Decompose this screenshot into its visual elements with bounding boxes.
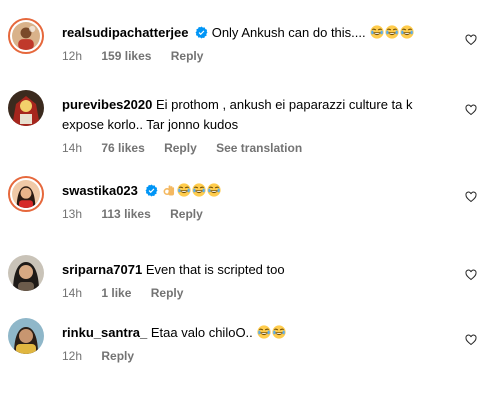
avatar-image bbox=[8, 90, 44, 126]
comment-time[interactable]: 13h bbox=[62, 207, 82, 221]
comment-time[interactable]: 12h bbox=[62, 49, 82, 63]
avatar[interactable] bbox=[8, 90, 44, 126]
reply-button[interactable]: Reply bbox=[170, 207, 203, 221]
like-heart-icon[interactable] bbox=[465, 269, 477, 281]
comment-body: rinku_santra_ Etaa valo chiloO.. 12h Rep… bbox=[62, 324, 442, 363]
comment-body: purevibes2020 Ei prothom , ankush ei pap… bbox=[62, 96, 442, 155]
laughing-face-icon bbox=[272, 325, 286, 339]
comment-meta: 14h 1 like Reply bbox=[62, 286, 442, 300]
comment-username[interactable]: sriparna7071 bbox=[62, 262, 142, 277]
comment-meta: 14h 76 likes Reply See translation bbox=[62, 141, 442, 155]
reply-button[interactable]: Reply bbox=[171, 49, 204, 63]
verified-badge-icon bbox=[195, 26, 208, 39]
comment-text: Only Ankush can do this.... bbox=[211, 25, 366, 40]
comment-username[interactable]: purevibes2020 bbox=[62, 97, 152, 112]
likes-count[interactable]: 159 likes bbox=[101, 49, 151, 63]
comment-body: realsudipachatterjee Only Ankush can do … bbox=[62, 24, 442, 63]
comment-meta: 13h 113 likes Reply bbox=[62, 207, 442, 221]
comment-text: Etaa valo chiloO.. bbox=[150, 325, 253, 340]
avatar[interactable] bbox=[8, 18, 44, 54]
comment-text-line-1: Ei prothom , ankush ei paparazzi culture… bbox=[155, 97, 413, 112]
comment-time[interactable]: 12h bbox=[62, 349, 82, 363]
comment-username[interactable]: rinku_santra_ bbox=[62, 325, 147, 340]
avatar-image bbox=[8, 318, 44, 354]
verified-badge-icon bbox=[145, 184, 158, 197]
see-translation-button[interactable]: See translation bbox=[216, 141, 302, 155]
avatar-image bbox=[12, 22, 40, 50]
reply-button[interactable]: Reply bbox=[164, 141, 197, 155]
comment-time[interactable]: 14h bbox=[62, 141, 82, 155]
comment-body: sriparna7071 Even that is scripted too 1… bbox=[62, 261, 442, 300]
likes-count[interactable]: 1 like bbox=[101, 286, 131, 300]
like-heart-icon[interactable] bbox=[465, 191, 477, 203]
comment-text: Even that is scripted too bbox=[145, 262, 285, 277]
avatar-image bbox=[8, 255, 44, 291]
avatar[interactable] bbox=[8, 176, 44, 212]
like-heart-icon[interactable] bbox=[465, 104, 477, 116]
laughing-face-icon bbox=[370, 25, 384, 39]
comment-username[interactable]: realsudipachatterjee bbox=[62, 25, 188, 40]
ok-hand-icon bbox=[162, 183, 176, 197]
reply-button[interactable]: Reply bbox=[101, 349, 134, 363]
laughing-face-icon bbox=[177, 183, 191, 197]
reply-button[interactable]: Reply bbox=[151, 286, 184, 300]
avatar-image bbox=[12, 180, 40, 208]
laughing-face-icon bbox=[400, 25, 414, 39]
laughing-face-icon bbox=[192, 183, 206, 197]
likes-count[interactable]: 113 likes bbox=[101, 207, 150, 221]
comment-username[interactable]: swastika023 bbox=[62, 183, 138, 198]
comment-time[interactable]: 14h bbox=[62, 286, 82, 300]
comment-body: swastika023 13h 113 likes Reply bbox=[62, 182, 442, 221]
laughing-face-icon bbox=[385, 25, 399, 39]
like-heart-icon[interactable] bbox=[465, 34, 477, 46]
laughing-face-icon bbox=[257, 325, 271, 339]
comment-meta: 12h Reply bbox=[62, 349, 442, 363]
avatar[interactable] bbox=[8, 255, 44, 291]
avatar[interactable] bbox=[8, 318, 44, 354]
likes-count[interactable]: 76 likes bbox=[101, 141, 144, 155]
comment-text-line-2: expose korlo.. Tar jonno kudos bbox=[62, 117, 239, 132]
like-heart-icon[interactable] bbox=[465, 334, 477, 346]
laughing-face-icon bbox=[207, 183, 221, 197]
comment-meta: 12h 159 likes Reply bbox=[62, 49, 442, 63]
